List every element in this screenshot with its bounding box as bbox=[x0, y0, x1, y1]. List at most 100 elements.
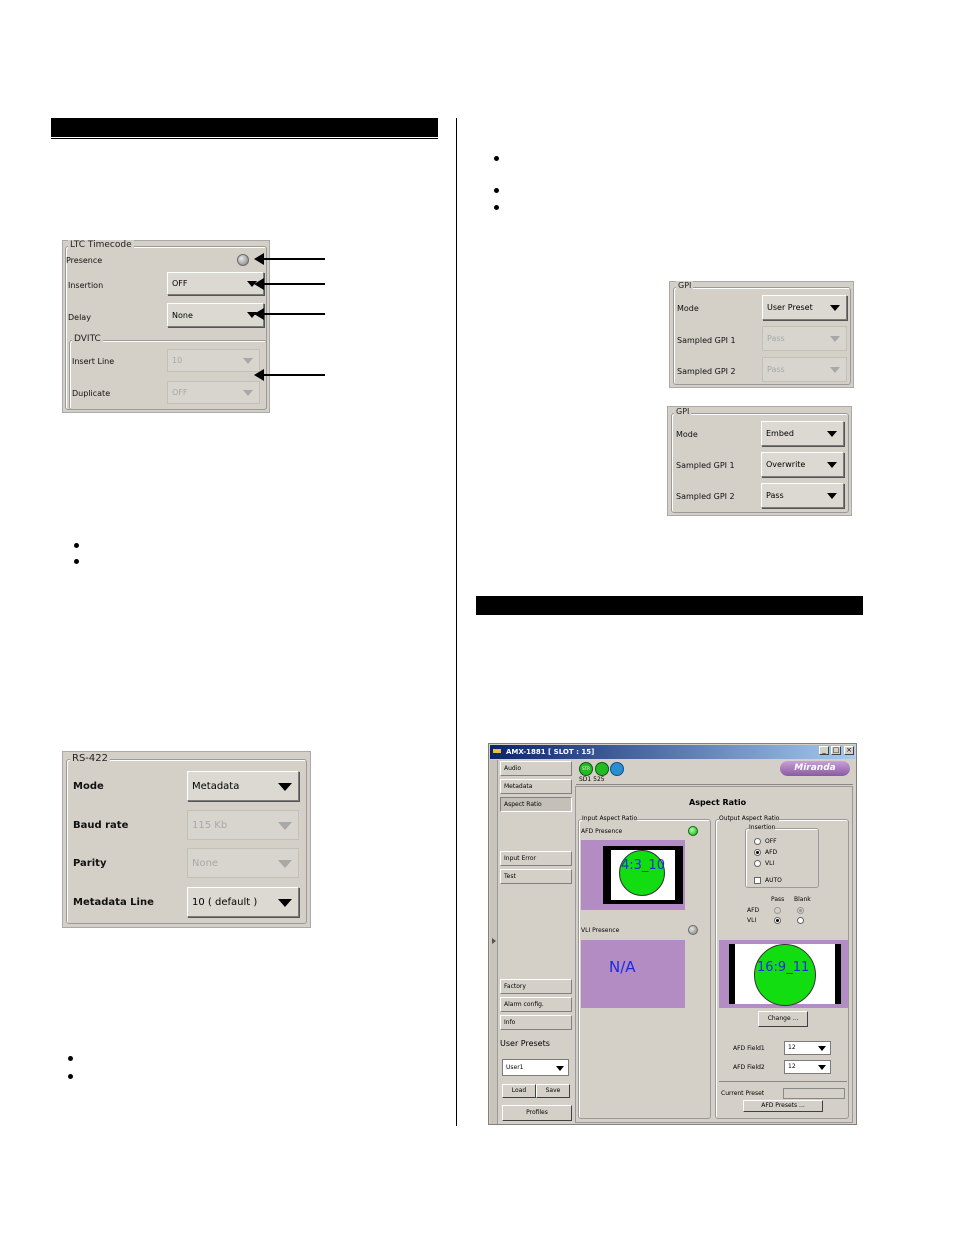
vli-presence-led bbox=[688, 925, 698, 935]
auto-checkbox[interactable] bbox=[754, 877, 761, 884]
afd-field1-dropdown[interactable]: 12 bbox=[784, 1041, 831, 1055]
insert-line-dropdown[interactable]: 10 bbox=[167, 349, 260, 372]
rs422-panel: RS-422 Mode Metadata Baud rate 115 Kb Pa… bbox=[62, 751, 311, 928]
gpi1-label: Sampled GPI 1 bbox=[677, 336, 736, 345]
afd-row-label: AFD bbox=[747, 907, 760, 914]
gpi1-label: Sampled GPI 1 bbox=[676, 461, 735, 470]
presence-led bbox=[237, 254, 249, 266]
chevron-down-icon bbox=[278, 783, 292, 791]
gpi1-dropdown[interactable]: Overwrite bbox=[761, 452, 844, 477]
parity-dropdown[interactable]: None bbox=[187, 848, 299, 878]
gpi2-dropdown[interactable]: Pass bbox=[762, 357, 847, 382]
callout-arrow bbox=[254, 369, 325, 381]
gpi2-value: Pass bbox=[766, 491, 784, 500]
afd-pass-radio[interactable] bbox=[774, 907, 781, 914]
afd-field2-dropdown[interactable]: 12 bbox=[784, 1060, 831, 1074]
vli-presence-label: VLI Presence bbox=[581, 927, 620, 934]
radio-afd[interactable] bbox=[754, 849, 761, 856]
column-divider bbox=[456, 118, 457, 1126]
section-header-underline bbox=[51, 138, 438, 139]
gpi-mode-dropdown[interactable]: User Preset bbox=[762, 295, 847, 320]
callout-arrow bbox=[254, 253, 325, 265]
gpi-panel-embed: GPI Mode Embed Sampled GPI 1 Overwrite S… bbox=[667, 406, 852, 516]
miranda-logo: Miranda bbox=[780, 761, 850, 776]
afd-field2-value: 12 bbox=[788, 1063, 796, 1070]
chevron-down-icon bbox=[278, 822, 292, 830]
callout-arrow bbox=[254, 278, 325, 290]
ltc-timecode-panel: LTC Timecode Presence Insertion OFF Dela… bbox=[62, 240, 270, 413]
radio-vli[interactable] bbox=[754, 860, 761, 867]
vli-row-label: VLI bbox=[747, 917, 757, 924]
gpi-legend: GPI bbox=[674, 407, 692, 416]
radio-afd-label: AFD bbox=[765, 849, 778, 856]
delay-value: None bbox=[172, 310, 193, 320]
page-heading: Aspect Ratio bbox=[689, 798, 747, 807]
rs422-mode-value: Metadata bbox=[192, 780, 240, 792]
chevron-down-icon bbox=[243, 389, 253, 396]
gpi-mode-dropdown[interactable]: Embed bbox=[761, 421, 844, 446]
metadata-line-dropdown[interactable]: 10 ( default ) bbox=[187, 887, 299, 917]
nav-test[interactable]: Test bbox=[500, 869, 572, 884]
change-button[interactable]: Change ... bbox=[758, 1011, 808, 1027]
chevron-down-icon bbox=[830, 335, 840, 342]
chevron-down-icon bbox=[827, 492, 837, 499]
insertion-value: OFF bbox=[172, 279, 188, 288]
callout-arrow bbox=[254, 308, 325, 320]
nav-aspect-ratio[interactable]: Aspect Ratio bbox=[500, 797, 572, 812]
gpi2-dropdown[interactable]: Pass bbox=[761, 483, 844, 508]
metadata-line-label: Metadata Line bbox=[73, 897, 154, 908]
nav-info[interactable]: Info bbox=[500, 1015, 572, 1030]
gpi2-label: Sampled GPI 2 bbox=[676, 492, 735, 501]
afd-field1-label: AFD Field1 bbox=[733, 1045, 765, 1052]
user-preset-dropdown[interactable]: User1 bbox=[502, 1059, 569, 1076]
nav-factory[interactable]: Factory bbox=[500, 979, 572, 994]
window-titlebar[interactable]: AMX-1881 [ SLOT : 15] bbox=[490, 745, 855, 759]
afd-presets-button[interactable]: AFD Presets ... bbox=[743, 1100, 823, 1112]
app-icon bbox=[493, 749, 501, 753]
afd-field1-value: 12 bbox=[788, 1044, 796, 1051]
user-preset-value: User1 bbox=[506, 1064, 524, 1071]
gpi1-value: Pass bbox=[767, 334, 785, 343]
afd-presence-label: AFD Presence bbox=[581, 828, 623, 835]
chevron-down-icon bbox=[818, 1065, 826, 1070]
radio-vli-label: VLI bbox=[765, 860, 775, 867]
bullet bbox=[68, 1074, 73, 1079]
gpi-legend: GPI bbox=[676, 281, 694, 290]
profiles-button[interactable]: Profiles bbox=[502, 1105, 572, 1121]
close-button[interactable]: × bbox=[844, 746, 854, 755]
rs422-mode-dropdown[interactable]: Metadata bbox=[187, 771, 299, 801]
afd-blank-radio[interactable] bbox=[797, 907, 804, 914]
radio-off[interactable] bbox=[754, 838, 761, 845]
delay-dropdown[interactable]: None bbox=[167, 303, 264, 327]
chevron-down-icon bbox=[827, 430, 837, 437]
parity-value: None bbox=[192, 857, 219, 869]
nav-metadata[interactable]: Metadata bbox=[500, 779, 572, 794]
vli-blank-radio[interactable] bbox=[797, 917, 804, 924]
vli-pass-radio[interactable] bbox=[774, 917, 781, 924]
signal-status-text: SD1 525 bbox=[579, 776, 605, 783]
afd-preview-circle bbox=[619, 850, 665, 896]
section-header-bar-right bbox=[476, 596, 863, 615]
output-code-text: 16:9_11 bbox=[757, 960, 810, 975]
duplicate-dropdown[interactable]: OFF bbox=[167, 381, 260, 404]
nav-alarm-config[interactable]: Alarm config. bbox=[500, 997, 572, 1012]
load-button[interactable]: Load bbox=[502, 1084, 536, 1098]
chevron-down-icon bbox=[830, 366, 840, 373]
insertion-label: Insertion bbox=[68, 281, 104, 290]
nav-audio[interactable]: Audio bbox=[500, 761, 572, 776]
nav-input-error[interactable]: Input Error bbox=[500, 851, 572, 866]
save-button[interactable]: Save bbox=[536, 1084, 570, 1098]
preset-divider bbox=[719, 1081, 847, 1082]
baud-rate-dropdown[interactable]: 115 Kb bbox=[187, 810, 299, 840]
minimize-button[interactable]: _ bbox=[819, 746, 829, 755]
gpi2-label: Sampled GPI 2 bbox=[677, 367, 736, 376]
blank-header: Blank bbox=[794, 896, 811, 903]
delay-label: Delay bbox=[68, 313, 91, 322]
gpi-mode-label: Mode bbox=[676, 430, 698, 439]
gpi1-dropdown[interactable]: Pass bbox=[762, 326, 847, 351]
insertion-dropdown[interactable]: OFF bbox=[167, 272, 264, 295]
chevron-down-icon bbox=[827, 461, 837, 468]
user-presets-label: User Presets bbox=[500, 1039, 550, 1048]
maximize-button[interactable]: □ bbox=[831, 746, 841, 755]
baud-rate-label: Baud rate bbox=[73, 820, 129, 831]
